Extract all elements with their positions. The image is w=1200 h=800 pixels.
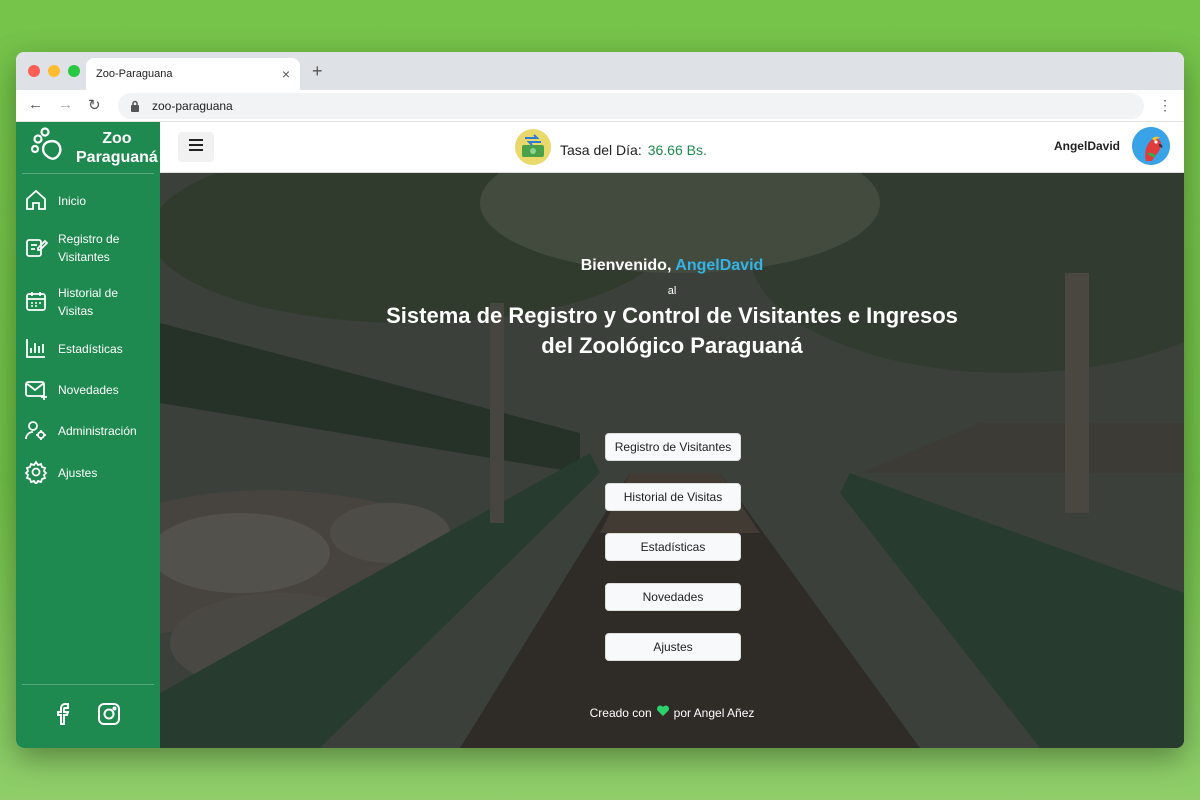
- main-area: Tasa del Día: 36.66 Bs. AngelDavid Bienv…: [160, 122, 1184, 748]
- mail-icon: [24, 377, 50, 403]
- sidebar-item-ajustes[interactable]: Ajustes: [16, 459, 160, 487]
- registro-visitantes-button[interactable]: Registro de Visitantes: [605, 433, 741, 461]
- ajustes-button[interactable]: Ajustes: [605, 633, 741, 661]
- close-window-button[interactable]: [28, 65, 40, 77]
- sidebar-item-inicio[interactable]: Inicio: [16, 187, 160, 215]
- browser-toolbar: ← → ↻ zoo-paraguana ⋮: [16, 90, 1184, 122]
- browser-tab[interactable]: Zoo-Paraguana ×: [86, 58, 300, 90]
- sidebar-item-historial[interactable]: Historial de Visitas: [16, 284, 160, 320]
- sidebar-item-label: Inicio: [58, 194, 87, 208]
- hamburger-icon: [189, 138, 203, 156]
- paw-logo-icon: [30, 127, 66, 168]
- rate-label: Tasa del Día:: [560, 141, 642, 158]
- brand-name: Zoo Paraguaná: [76, 129, 158, 166]
- menu-toggle-button[interactable]: [178, 132, 214, 162]
- rate-value: 36.66 Bs.: [647, 141, 707, 158]
- sidebar-item-label: Ajustes: [58, 466, 98, 480]
- edit-icon: [24, 235, 50, 261]
- bar-chart-icon: [24, 336, 50, 362]
- money-exchange-icon: [514, 128, 552, 171]
- sidebar-item-label: Estadísticas: [58, 342, 123, 356]
- sidebar-item-label: Administración: [58, 424, 137, 438]
- back-icon[interactable]: ←: [28, 96, 43, 113]
- sidebar-item-administracion[interactable]: Administración: [16, 417, 160, 445]
- welcome-username: AngelDavid: [675, 257, 764, 274]
- browser-menu-icon[interactable]: ⋮: [1158, 97, 1172, 114]
- top-bar: Tasa del Día: 36.66 Bs. AngelDavid: [160, 122, 1184, 173]
- sidebar: Zoo Paraguaná Inicio Registro de Visitan…: [16, 122, 160, 748]
- heart-icon: [656, 705, 670, 720]
- sidebar-item-estadisticas[interactable]: Estadísticas: [16, 335, 160, 363]
- estadisticas-button[interactable]: Estadísticas: [605, 533, 741, 561]
- brand[interactable]: Zoo Paraguaná: [22, 122, 158, 174]
- novedades-button[interactable]: Novedades: [605, 583, 741, 611]
- hero-section: Bienvenido, AngelDavid al Sistema de Reg…: [160, 173, 1184, 748]
- user-gear-icon: [24, 418, 50, 444]
- minimize-window-button[interactable]: [48, 65, 60, 77]
- sidebar-item-label: Novedades: [58, 383, 119, 397]
- credits: Creado con por Angel Añez: [589, 705, 755, 720]
- tab-title: Zoo-Paraguana: [96, 68, 173, 80]
- sidebar-item-label: Registro de Visitantes: [58, 232, 120, 264]
- url-text: zoo-paraguana: [152, 99, 233, 113]
- forward-icon[interactable]: →: [58, 96, 73, 113]
- social-links: [22, 684, 154, 748]
- facebook-icon[interactable]: [55, 702, 75, 731]
- calendar-icon: [24, 289, 50, 315]
- home-icon: [24, 188, 50, 214]
- new-tab-icon[interactable]: +: [312, 61, 323, 82]
- close-tab-icon[interactable]: ×: [282, 66, 290, 82]
- sidebar-item-label: Historial de Visitas: [58, 286, 119, 318]
- sidebar-item-registro[interactable]: Registro de Visitantes: [16, 230, 160, 266]
- avatar[interactable]: [1132, 127, 1170, 165]
- reload-icon[interactable]: ↻: [88, 96, 101, 114]
- page-title: Sistema de Registro y Control de Visitan…: [386, 303, 958, 358]
- window-controls: [28, 65, 80, 77]
- tab-strip: Zoo-Paraguana × +: [16, 52, 1184, 90]
- sidebar-item-novedades[interactable]: Novedades: [16, 376, 160, 404]
- maximize-window-button[interactable]: [68, 65, 80, 77]
- gear-icon: [24, 460, 50, 486]
- address-bar[interactable]: zoo-paraguana: [118, 93, 1144, 119]
- instagram-icon[interactable]: [97, 702, 121, 731]
- lock-icon: [130, 100, 144, 112]
- welcome-text: Bienvenido, AngelDavid: [580, 257, 764, 274]
- username: AngelDavid: [1053, 139, 1120, 153]
- exchange-rate: Tasa del Día: 36.66 Bs.: [514, 128, 707, 171]
- app-container: Zoo Paraguaná Inicio Registro de Visitan…: [16, 122, 1184, 748]
- historial-visitas-button[interactable]: Historial de Visitas: [605, 483, 741, 511]
- user-menu[interactable]: AngelDavid: [1054, 127, 1170, 165]
- al-text: al: [667, 285, 677, 297]
- browser-window: Zoo-Paraguana × + ← → ↻ zoo-paraguana ⋮: [16, 52, 1184, 748]
